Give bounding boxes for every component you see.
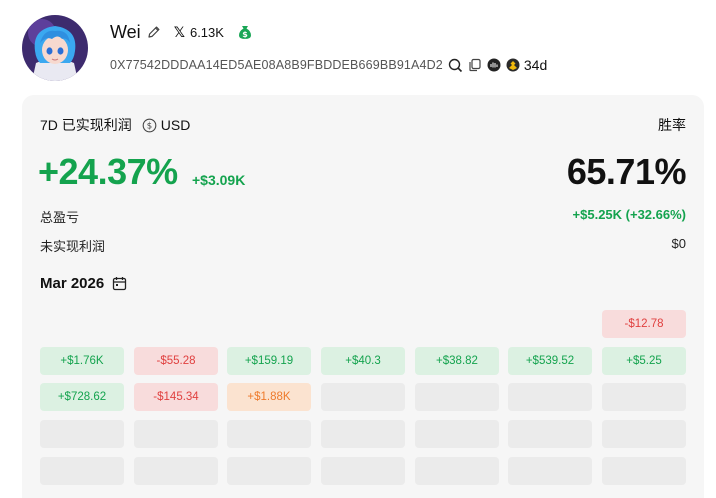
wallet-age: 34d — [523, 57, 548, 73]
total-pnl-value: +$5.25K (+32.66%) — [572, 207, 686, 222]
x-twitter-icon[interactable]: 𝕏 — [174, 24, 185, 41]
search-icon[interactable] — [448, 58, 463, 73]
pnl-card: 7D 已实现利润 $ USD 胜率 +24.37% +$3.09K 65.71%… — [22, 95, 704, 498]
calendar-day-cell[interactable]: +$539.52 — [508, 347, 592, 375]
money-bag-icon: $ — [238, 24, 252, 40]
calendar-day-cell[interactable]: +$159.19 — [227, 347, 311, 375]
calendar-day-cell[interactable]: +$728.62 — [40, 383, 124, 411]
calendar-day-cell — [602, 457, 686, 485]
calendar-day-cell — [508, 420, 592, 448]
calendar-day-cell — [415, 383, 499, 411]
calendar-day-cell — [40, 420, 124, 448]
edit-icon[interactable] — [147, 25, 161, 39]
calendar-day-cell — [227, 420, 311, 448]
calendar-day-cell — [508, 383, 592, 411]
bnb-icon[interactable] — [506, 58, 520, 72]
svg-text:$: $ — [242, 30, 248, 39]
calendar-day-cell — [415, 420, 499, 448]
calendar-day-cell — [602, 383, 686, 411]
unrealized-pnl-label: 未实现利润 — [40, 239, 106, 254]
profile-header: Wei 𝕏 6.13K $ — [110, 21, 252, 43]
period-label: 7D 已实现利润 — [40, 117, 132, 133]
calendar-day-cell[interactable]: -$145.34 — [134, 383, 218, 411]
calendar-day-cell[interactable]: +$38.82 — [415, 347, 499, 375]
total-pnl-label: 总盈亏 — [40, 210, 80, 225]
calendar-day-cell — [227, 457, 311, 485]
calendar-day-cell[interactable]: +$5.25 — [602, 347, 686, 375]
svg-text:$: $ — [147, 121, 152, 131]
address-row: 0X77542DDDAA14ED5AE08A8B9FBDDEB669BB91A4… — [110, 55, 547, 75]
calendar-day-cell — [134, 420, 218, 448]
winrate-label: 胜率 — [658, 117, 686, 133]
avatar[interactable] — [22, 15, 88, 81]
calendar-day-cell — [602, 420, 686, 448]
calendar-icon[interactable] — [112, 276, 127, 291]
profile-name: Wei — [110, 21, 141, 42]
currency-switch-icon[interactable]: $ — [142, 118, 157, 133]
period-selector[interactable]: 7D 已实现利润 $ USD — [40, 115, 190, 135]
wallet-address[interactable]: 0X77542DDDAA14ED5AE08A8B9FBDDEB669BB91A4… — [110, 58, 443, 72]
calendar-day-cell — [321, 383, 405, 411]
calendar-day-cell[interactable]: -$55.28 — [134, 347, 218, 375]
followers-count: 6.13K — [189, 24, 224, 40]
calendar-day-cell[interactable]: -$12.78 — [602, 310, 686, 338]
winrate-value: 65.71% — [566, 151, 687, 192]
currency-label[interactable]: USD — [161, 117, 191, 133]
calendar-day-cell — [321, 420, 405, 448]
realized-pnl-percent: +24.37% — [38, 151, 178, 192]
calendar-day-cell — [508, 457, 592, 485]
realized-pnl-usd: +$3.09K — [192, 172, 246, 188]
calendar-day-cell[interactable]: +$1.88K — [227, 383, 311, 411]
month-selector[interactable]: Mar 2026 — [40, 275, 127, 292]
unrealized-pnl-value: $0 — [671, 236, 686, 251]
chain-icon[interactable] — [487, 58, 501, 72]
calendar-day-cell — [134, 457, 218, 485]
calendar-day-cell[interactable]: +$1.76K — [40, 347, 124, 375]
calendar-day-cell — [40, 457, 124, 485]
calendar-day-cell — [321, 457, 405, 485]
calendar-day-cell[interactable]: +$40.3 — [321, 347, 405, 375]
calendar-day-cell — [415, 457, 499, 485]
copy-icon[interactable] — [468, 58, 482, 72]
month-label: Mar 2026 — [40, 275, 105, 292]
